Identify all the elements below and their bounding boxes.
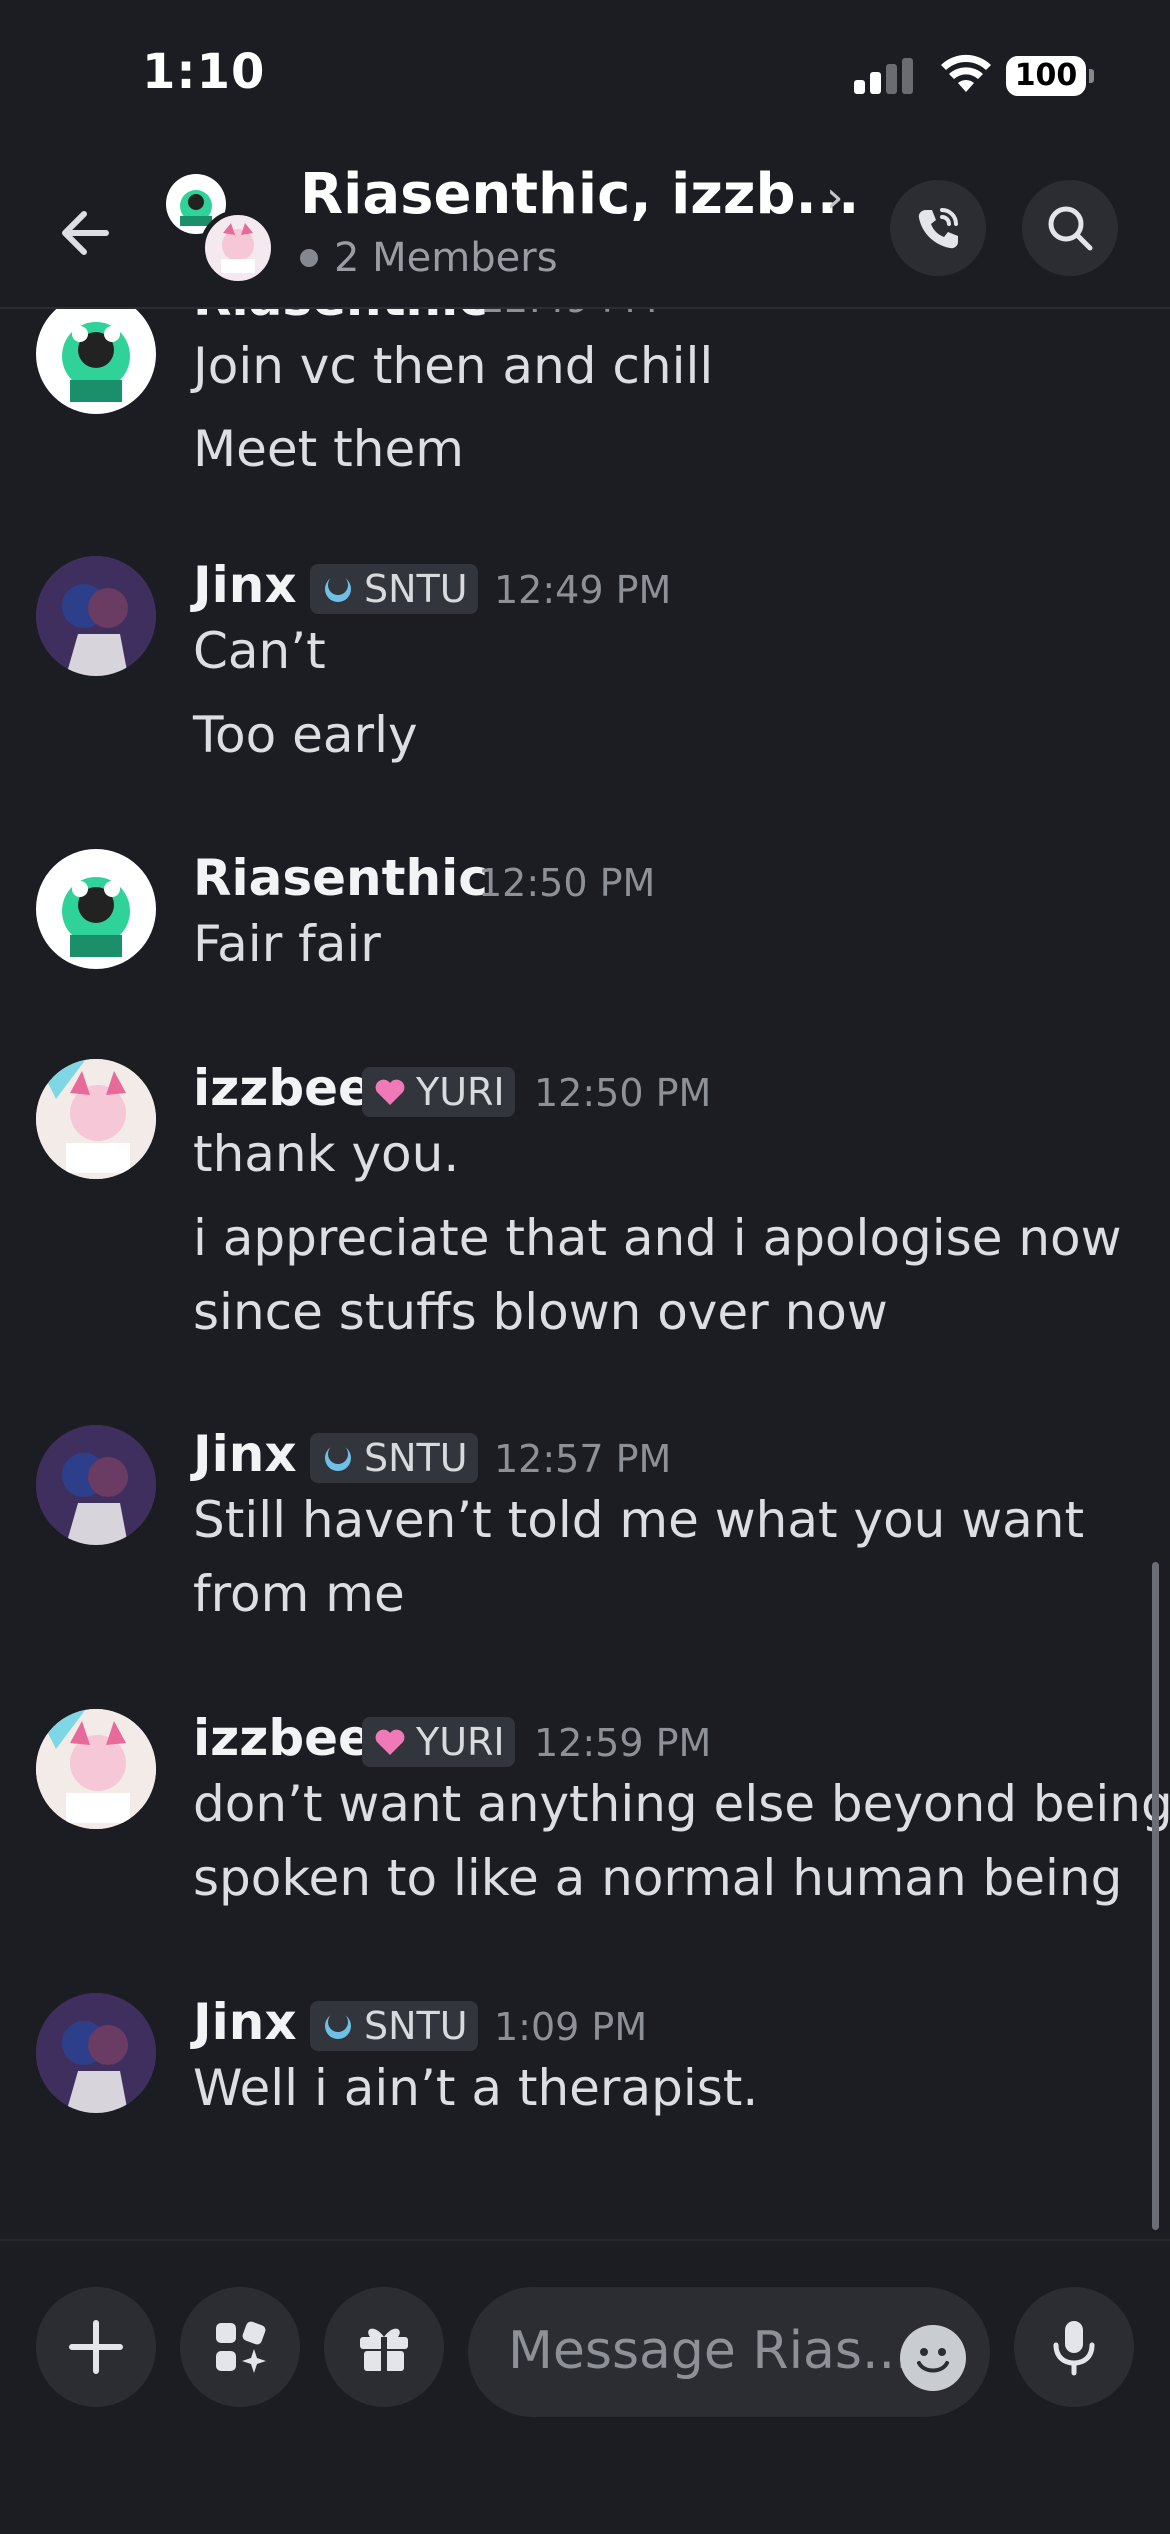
- message-text: Too early: [193, 706, 418, 764]
- phone-call-icon: [918, 208, 958, 249]
- role-tag-label: SNTU: [364, 2004, 468, 2048]
- message-timestamp: 12:49 PM: [494, 568, 672, 612]
- moon-badge-icon: [325, 1444, 351, 1471]
- message-input[interactable]: Message Rias...: [468, 2287, 990, 2417]
- message-author[interactable]: izzbee: [193, 1059, 372, 1117]
- microphone-icon: [1053, 2321, 1095, 2376]
- message-author[interactable]: Jinx: [193, 556, 297, 614]
- avatar[interactable]: [36, 556, 156, 676]
- message-input-placeholder: Message Rias...: [508, 2321, 912, 2381]
- message-text: Join vc then and chill: [193, 337, 714, 395]
- voice-message-button[interactable]: [1014, 2287, 1134, 2407]
- message-text: Fair fair: [193, 915, 381, 973]
- role-tag-label: YURI: [416, 1070, 505, 1114]
- avatar[interactable]: [36, 1425, 156, 1545]
- role-tag-label: SNTU: [364, 567, 468, 611]
- avatar[interactable]: [36, 1709, 156, 1829]
- message-author[interactable]: Riasenthic: [193, 309, 488, 327]
- role-tag[interactable]: YURI: [362, 1067, 515, 1117]
- message-text: spoken to like a normal human being: [193, 1849, 1123, 1907]
- avatar[interactable]: [36, 309, 156, 414]
- message-composer: Message Rias...: [0, 2239, 1170, 2534]
- role-tag[interactable]: SNTU: [310, 564, 478, 614]
- message-author[interactable]: Riasenthic: [193, 849, 488, 907]
- gift-button[interactable]: [324, 2287, 444, 2407]
- battery-indicator: 100: [1006, 56, 1086, 96]
- avatar[interactable]: [36, 1059, 156, 1179]
- gift-icon: [360, 2328, 408, 2371]
- message-text: thank you.: [193, 1125, 460, 1183]
- scrollbar[interactable]: [1152, 1562, 1159, 2230]
- role-tag[interactable]: SNTU: [310, 1433, 478, 1483]
- search-button[interactable]: [1022, 180, 1118, 276]
- channel-title[interactable]: Riasenthic, izzb...: [300, 162, 859, 227]
- message-timestamp: 12:49 PM: [480, 309, 657, 321]
- message-text: Can’t: [193, 622, 326, 680]
- avatar[interactable]: [36, 1993, 156, 2113]
- plus-icon: [69, 2320, 123, 2374]
- message-list[interactable]: Riasenthic 12:49 PM Join vc then and chi…: [0, 309, 1170, 2239]
- message-timestamp: 12:57 PM: [494, 1437, 672, 1481]
- member-count[interactable]: 2 Members: [334, 235, 558, 281]
- apps-button[interactable]: [180, 2287, 300, 2407]
- apps-sparkle-icon: [216, 2321, 266, 2373]
- role-tag[interactable]: YURI: [362, 1717, 515, 1767]
- message-timestamp: 12:50 PM: [534, 1071, 712, 1115]
- offline-status-dot: [300, 249, 318, 267]
- wifi-icon: [941, 54, 991, 92]
- message-timestamp: 12:50 PM: [478, 861, 656, 905]
- message-text: don’t want anything else beyond being: [193, 1775, 1170, 1833]
- moon-badge-icon: [325, 2012, 351, 2039]
- message-text: Meet them: [193, 420, 464, 478]
- message-text: from me: [193, 1565, 405, 1623]
- chevron-right-icon[interactable]: ›: [826, 172, 844, 223]
- message-text: Well i ain’t a therapist.: [193, 2059, 759, 2117]
- role-tag[interactable]: SNTU: [310, 2001, 478, 2051]
- message-text: i appreciate that and i apologise now: [193, 1209, 1122, 1267]
- role-tag-label: YURI: [416, 1720, 505, 1764]
- add-attachment-button[interactable]: [36, 2287, 156, 2407]
- role-tag-label: SNTU: [364, 1436, 468, 1480]
- message-text: Still haven’t told me what you want: [193, 1491, 1085, 1549]
- emoji-icon[interactable]: [900, 2325, 966, 2391]
- message-author[interactable]: Jinx: [193, 1993, 297, 2051]
- channel-header: Riasenthic, izzb... › 2 Members: [0, 150, 1170, 309]
- message-timestamp: 1:09 PM: [494, 2005, 648, 2049]
- heart-badge-icon: [375, 1079, 405, 1105]
- heart-badge-icon: [375, 1729, 405, 1755]
- moon-badge-icon: [325, 575, 351, 602]
- avatar[interactable]: [36, 849, 156, 969]
- battery-nub: [1089, 69, 1094, 83]
- signal-icon: [854, 58, 914, 94]
- call-button[interactable]: [890, 180, 986, 276]
- message-text: since stuffs blown over now: [193, 1283, 888, 1341]
- search-icon: [1048, 206, 1093, 251]
- arrow-left-icon[interactable]: [50, 198, 120, 268]
- message-author[interactable]: izzbee: [193, 1709, 372, 1767]
- message-timestamp: 12:59 PM: [534, 1721, 712, 1765]
- status-bar: 1:10 100: [0, 0, 1170, 150]
- message-author[interactable]: Jinx: [193, 1425, 297, 1483]
- group-avatar-izzbee: [200, 210, 276, 286]
- status-time: 1:10: [142, 44, 266, 100]
